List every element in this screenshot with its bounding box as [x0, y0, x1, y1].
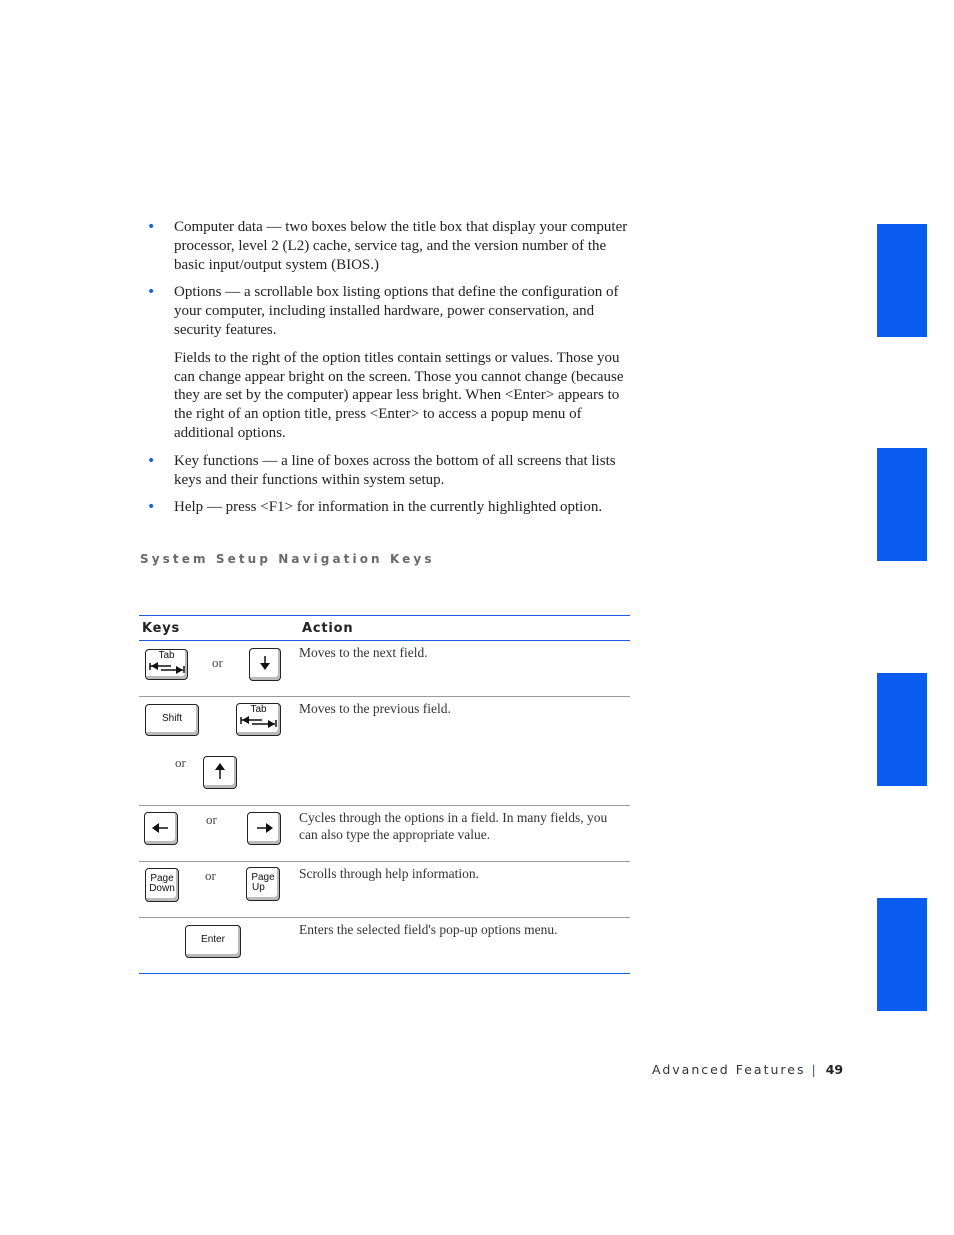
- navigation-keys-table: Keys Action Tab or Moves to the next fie…: [139, 615, 630, 974]
- footer-separator: |: [811, 1062, 816, 1077]
- chapter-tab-marker: [877, 448, 927, 561]
- shift-key-icon: Shift: [145, 704, 199, 736]
- bullet-help: • Help — press <F1> for information in t…: [147, 499, 603, 516]
- header-action: Action: [302, 620, 354, 636]
- table-row: Enter Enters the selected field's pop-up…: [139, 918, 630, 973]
- page-footer: Advanced Features | 49: [652, 1062, 843, 1077]
- bullet-options: • Options — a scrollable box listing opt…: [147, 284, 619, 338]
- table-row: Page Down or Page Up Scrolls through hel…: [139, 862, 630, 918]
- or-label: or: [212, 655, 223, 670]
- section-title: System Setup Navigation Keys: [140, 552, 435, 566]
- chapter-tab-marker: [877, 898, 927, 1011]
- options-paragraph: Fields to the right of the option titles…: [174, 349, 624, 441]
- page-number: 49: [825, 1062, 844, 1077]
- down-arrow-key-icon: [249, 648, 281, 681]
- tab-arrows-icon: [149, 662, 185, 674]
- tab-key-icon: Tab: [145, 649, 188, 680]
- tab-key-icon: Tab: [236, 703, 281, 736]
- page-down-key-icon: Page Down: [145, 868, 179, 902]
- or-label: or: [205, 868, 216, 883]
- action-text: Moves to the previous field.: [299, 701, 451, 716]
- right-arrow-key-icon: [247, 812, 281, 845]
- page-up-key-icon: Page Up: [246, 867, 280, 901]
- or-label: or: [175, 755, 186, 770]
- bullet-dot: •: [147, 284, 156, 301]
- table-row: or Cycles through the options in a field…: [139, 806, 630, 862]
- action-text: Moves to the next field.: [299, 645, 428, 660]
- bullet-list: • Computer data — two boxes below the ti…: [140, 218, 640, 526]
- bullet-dot: •: [147, 452, 156, 469]
- enter-key-icon: Enter: [185, 925, 241, 958]
- left-arrow-key-icon: [144, 812, 178, 845]
- chapter-tab-marker: [877, 673, 927, 786]
- table-row: Shift Tab or Moves to the previous field…: [139, 697, 630, 806]
- table-header: Keys Action: [139, 616, 630, 641]
- bullet-key-functions: • Key functions — a line of boxes across…: [147, 452, 616, 488]
- action-text: Enters the selected field's pop-up optio…: [299, 922, 558, 937]
- footer-section: Advanced Features: [652, 1062, 806, 1077]
- table-row: Tab or Moves to the next field.: [139, 641, 630, 697]
- header-keys: Keys: [142, 620, 181, 636]
- up-arrow-key-icon: [203, 756, 237, 789]
- tab-arrows-icon: [240, 716, 277, 728]
- action-text: Cycles through the options in a field. I…: [299, 810, 608, 842]
- bullet-computer-data: • Computer data — two boxes below the ti…: [147, 219, 628, 273]
- bullet-dot: •: [147, 219, 156, 235]
- chapter-tab-marker: [877, 224, 927, 337]
- bullet-dot: •: [147, 499, 156, 516]
- or-label: or: [206, 812, 217, 827]
- action-text: Scrolls through help information.: [299, 866, 479, 881]
